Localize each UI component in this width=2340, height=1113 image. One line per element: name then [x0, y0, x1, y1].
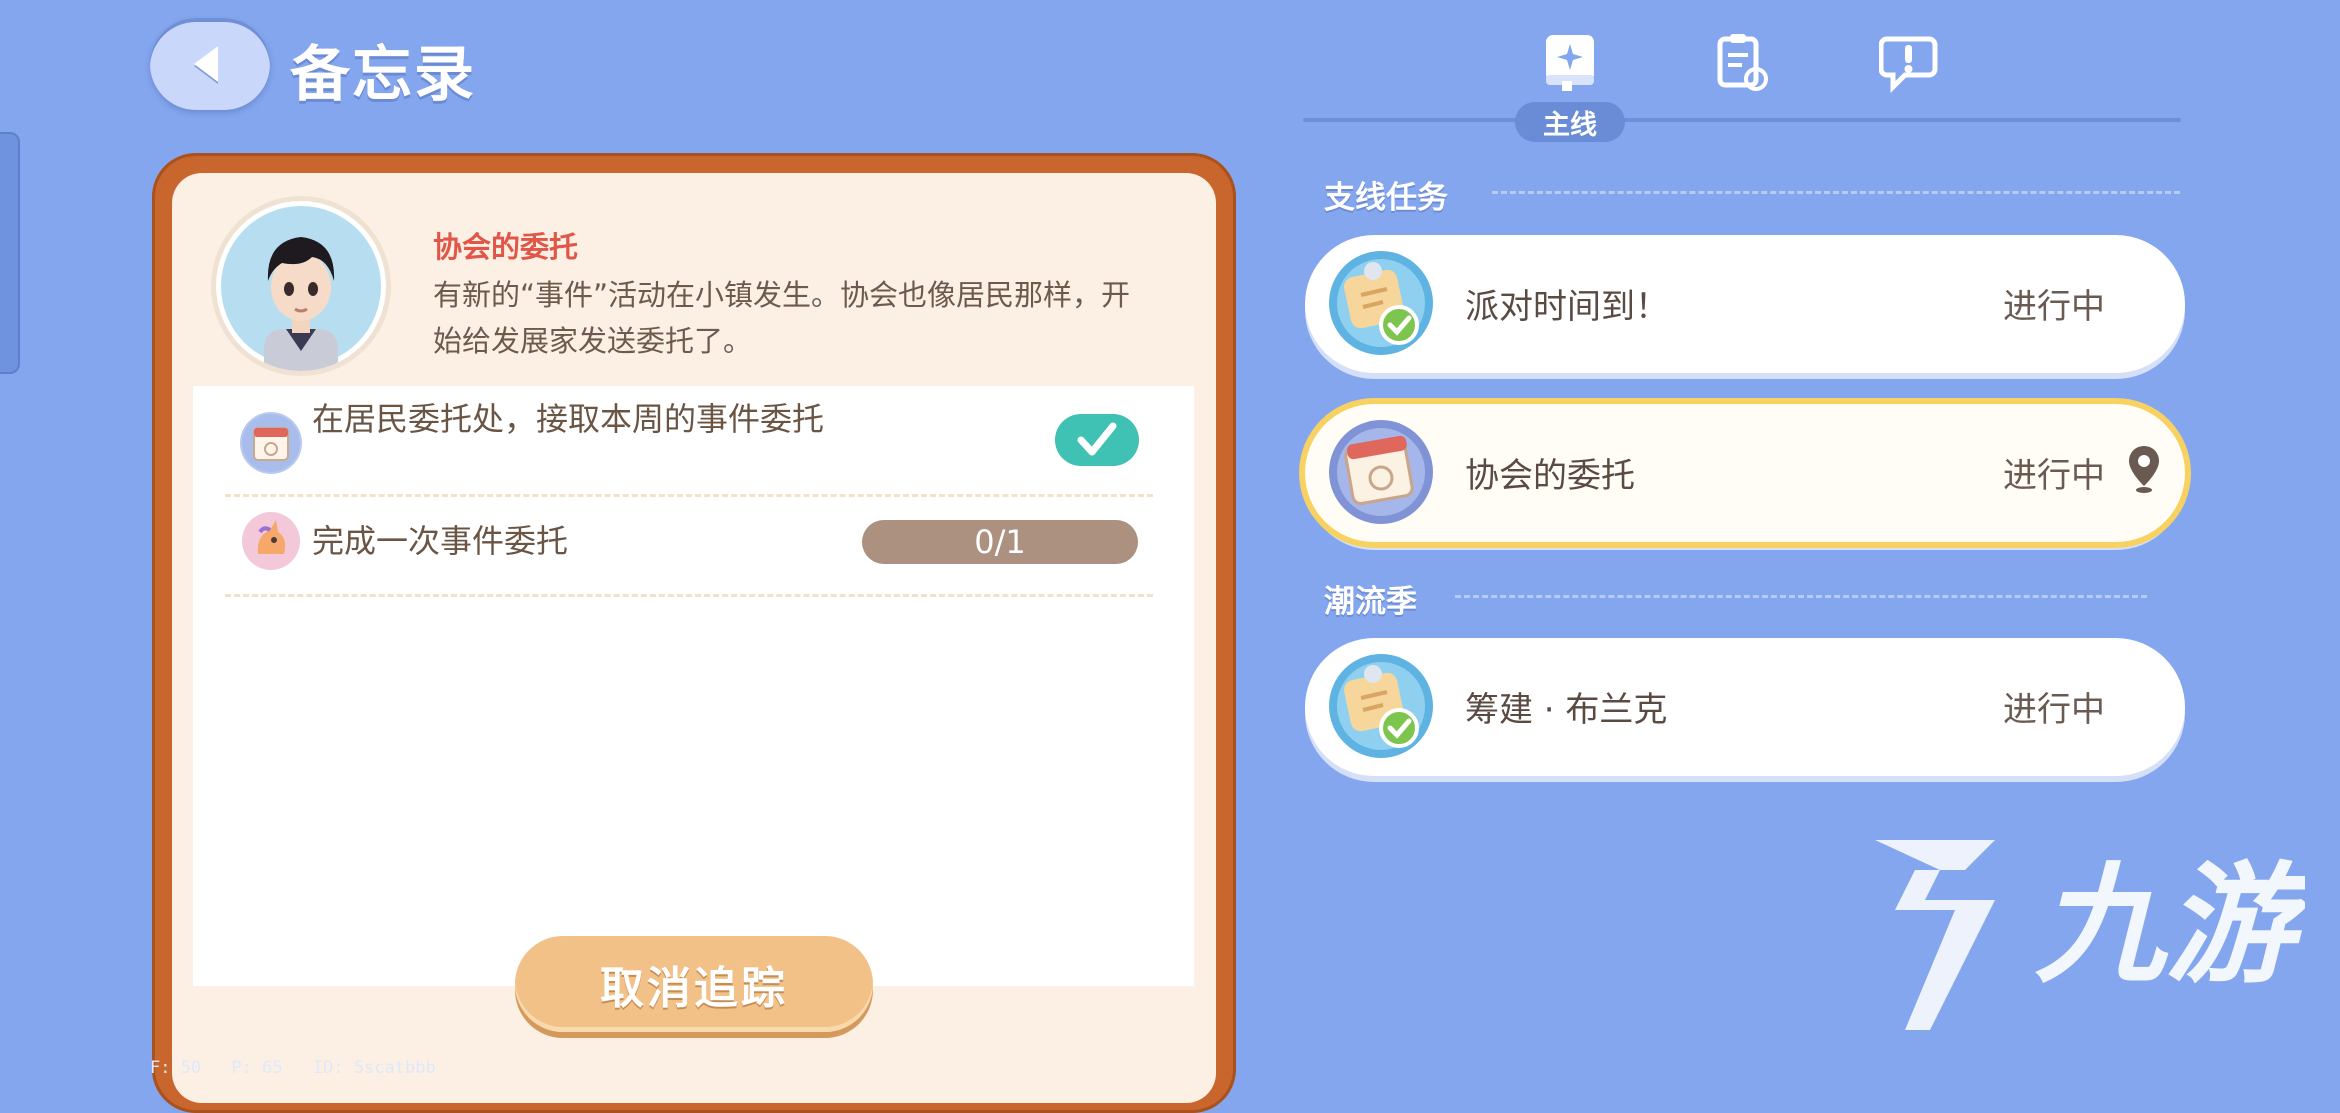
objective-divider [225, 594, 1153, 597]
quest-name: 派对时间到！ [1465, 287, 1669, 327]
debug-id: ID: 5scatbbb [312, 1058, 436, 1078]
scroll-check-icon [1327, 652, 1435, 760]
npc-avatar [216, 201, 386, 371]
checkmark-icon [1077, 422, 1117, 456]
section-divider [1492, 191, 2180, 194]
tab-label-main-story: 主线 [1515, 102, 1625, 142]
calendar-badge-icon [1327, 418, 1435, 526]
watermark-logo: 九游 [1845, 830, 2316, 1054]
back-arrow-icon [194, 46, 218, 82]
watermark-text: 九游 [2035, 849, 2305, 1001]
objectives-list [193, 386, 1194, 986]
clipboard-refresh-icon [1717, 34, 1768, 91]
location-pin-icon[interactable] [2127, 444, 2161, 498]
objective-text: 在居民委托处，接取本周的事件委托 [312, 400, 825, 438]
tab-main-story[interactable] [1534, 26, 1606, 98]
unicorn-badge-icon [240, 510, 302, 572]
debug-ping: P: 65 [231, 1058, 283, 1078]
section-title-trend-season: 潮流季 [1324, 584, 1417, 620]
quest-status: 进行中 [2003, 456, 2105, 496]
scroll-check-icon [1327, 249, 1435, 357]
quest-status: 进行中 [2003, 690, 2105, 730]
quest-item-build-blanc[interactable]: 筹建 · 布兰克 进行中 [1305, 638, 2185, 776]
objective-divider [225, 494, 1153, 497]
section-divider [1455, 595, 2147, 598]
section-title-side-quests: 支线任务 [1324, 180, 1448, 216]
quest-detail-description: 有新的“事件”活动在小镇发生。协会也像居民那样，开始给发展家发送委托了。 [433, 278, 1131, 358]
quest-name: 协会的委托 [1465, 456, 1635, 496]
calendar-badge-icon [240, 412, 302, 474]
sparkle-book-icon [1546, 35, 1594, 91]
objective-progress: 0/1 [862, 520, 1138, 564]
chat-exclamation-icon [1879, 36, 1938, 93]
tab-divider [1303, 118, 2181, 122]
debug-fps: F: 50 [150, 1058, 202, 1078]
tab-clipboard[interactable] [1706, 26, 1778, 98]
tab-dialogue[interactable] [1874, 26, 1946, 98]
side-drawer-tab[interactable] [0, 132, 20, 374]
objective-text: 完成一次事件委托 [312, 522, 569, 560]
quest-status: 进行中 [2003, 287, 2105, 327]
page-title: 备忘录 [290, 40, 476, 110]
back-button[interactable] [150, 18, 270, 110]
quest-name: 筹建 · 布兰克 [1465, 690, 1668, 730]
quest-item-association-commission[interactable]: 协会的委托 进行中 [1305, 404, 2185, 542]
quest-item-party-time[interactable]: 派对时间到！ 进行中 [1305, 235, 2185, 373]
cancel-tracking-button[interactable]: 取消追踪 [515, 936, 873, 1032]
objective-complete-badge [1055, 414, 1139, 466]
debug-overlay: F: 50 P: 65 ID: 5scatbbb [150, 1058, 456, 1078]
quest-detail-title: 协会的委托 [433, 230, 579, 264]
